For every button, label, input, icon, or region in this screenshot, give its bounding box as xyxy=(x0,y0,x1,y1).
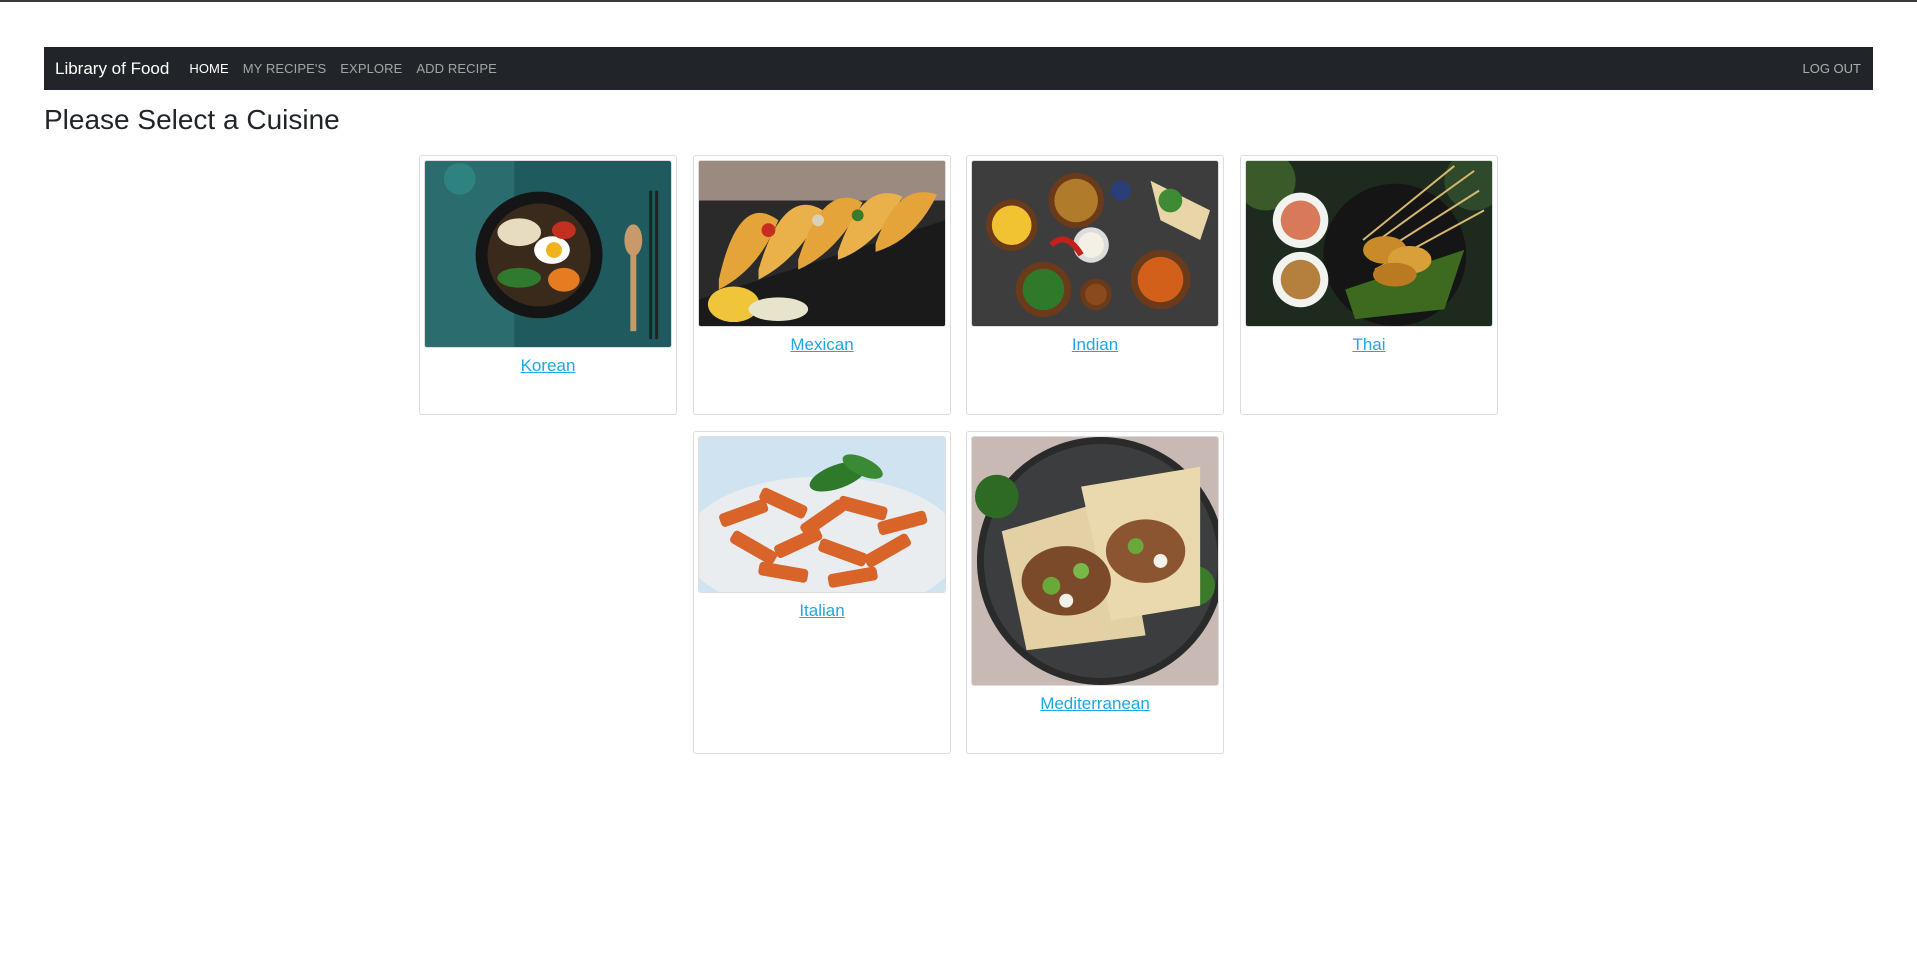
nav-explore[interactable]: EXPLORE xyxy=(340,61,402,76)
cuisine-link-mediterranean[interactable]: Mediterranean xyxy=(967,694,1223,714)
cuisine-link-thai[interactable]: Thai xyxy=(1241,335,1497,355)
cuisine-card-thai: Thai xyxy=(1240,155,1498,415)
nav-home[interactable]: HOME xyxy=(189,61,228,76)
cuisine-card-korean: Korean xyxy=(419,155,677,415)
mexican-food-image[interactable] xyxy=(698,160,946,327)
cuisine-card-italian: Italian xyxy=(693,431,951,754)
cuisine-link-korean[interactable]: Korean xyxy=(420,356,676,376)
korean-food-image[interactable] xyxy=(424,160,672,348)
cuisine-link-indian[interactable]: Indian xyxy=(967,335,1223,355)
thai-food-image[interactable] xyxy=(1245,160,1493,327)
italian-food-image[interactable] xyxy=(698,436,946,593)
page-title: Please Select a Cuisine xyxy=(44,104,340,135)
cuisine-card-mediterranean: Mediterranean xyxy=(966,431,1224,754)
cuisine-card-mexican: Mexican xyxy=(693,155,951,415)
nav-add-recipe[interactable]: ADD RECIPE xyxy=(416,61,496,76)
cuisine-link-italian[interactable]: Italian xyxy=(694,601,950,621)
indian-food-image[interactable] xyxy=(971,160,1219,327)
top-border xyxy=(0,0,1917,2)
cuisine-link-mexican[interactable]: Mexican xyxy=(694,335,950,355)
brand-link[interactable]: Library of Food xyxy=(55,59,169,79)
navbar: Library of Food HOME MY RECIPE'S EXPLORE… xyxy=(44,47,1873,90)
mediterranean-food-image[interactable] xyxy=(971,436,1219,686)
nav-my-recipes[interactable]: MY RECIPE'S xyxy=(243,61,327,76)
cuisine-card-indian: Indian xyxy=(966,155,1224,415)
logout-link[interactable]: LOG OUT xyxy=(1802,61,1861,76)
